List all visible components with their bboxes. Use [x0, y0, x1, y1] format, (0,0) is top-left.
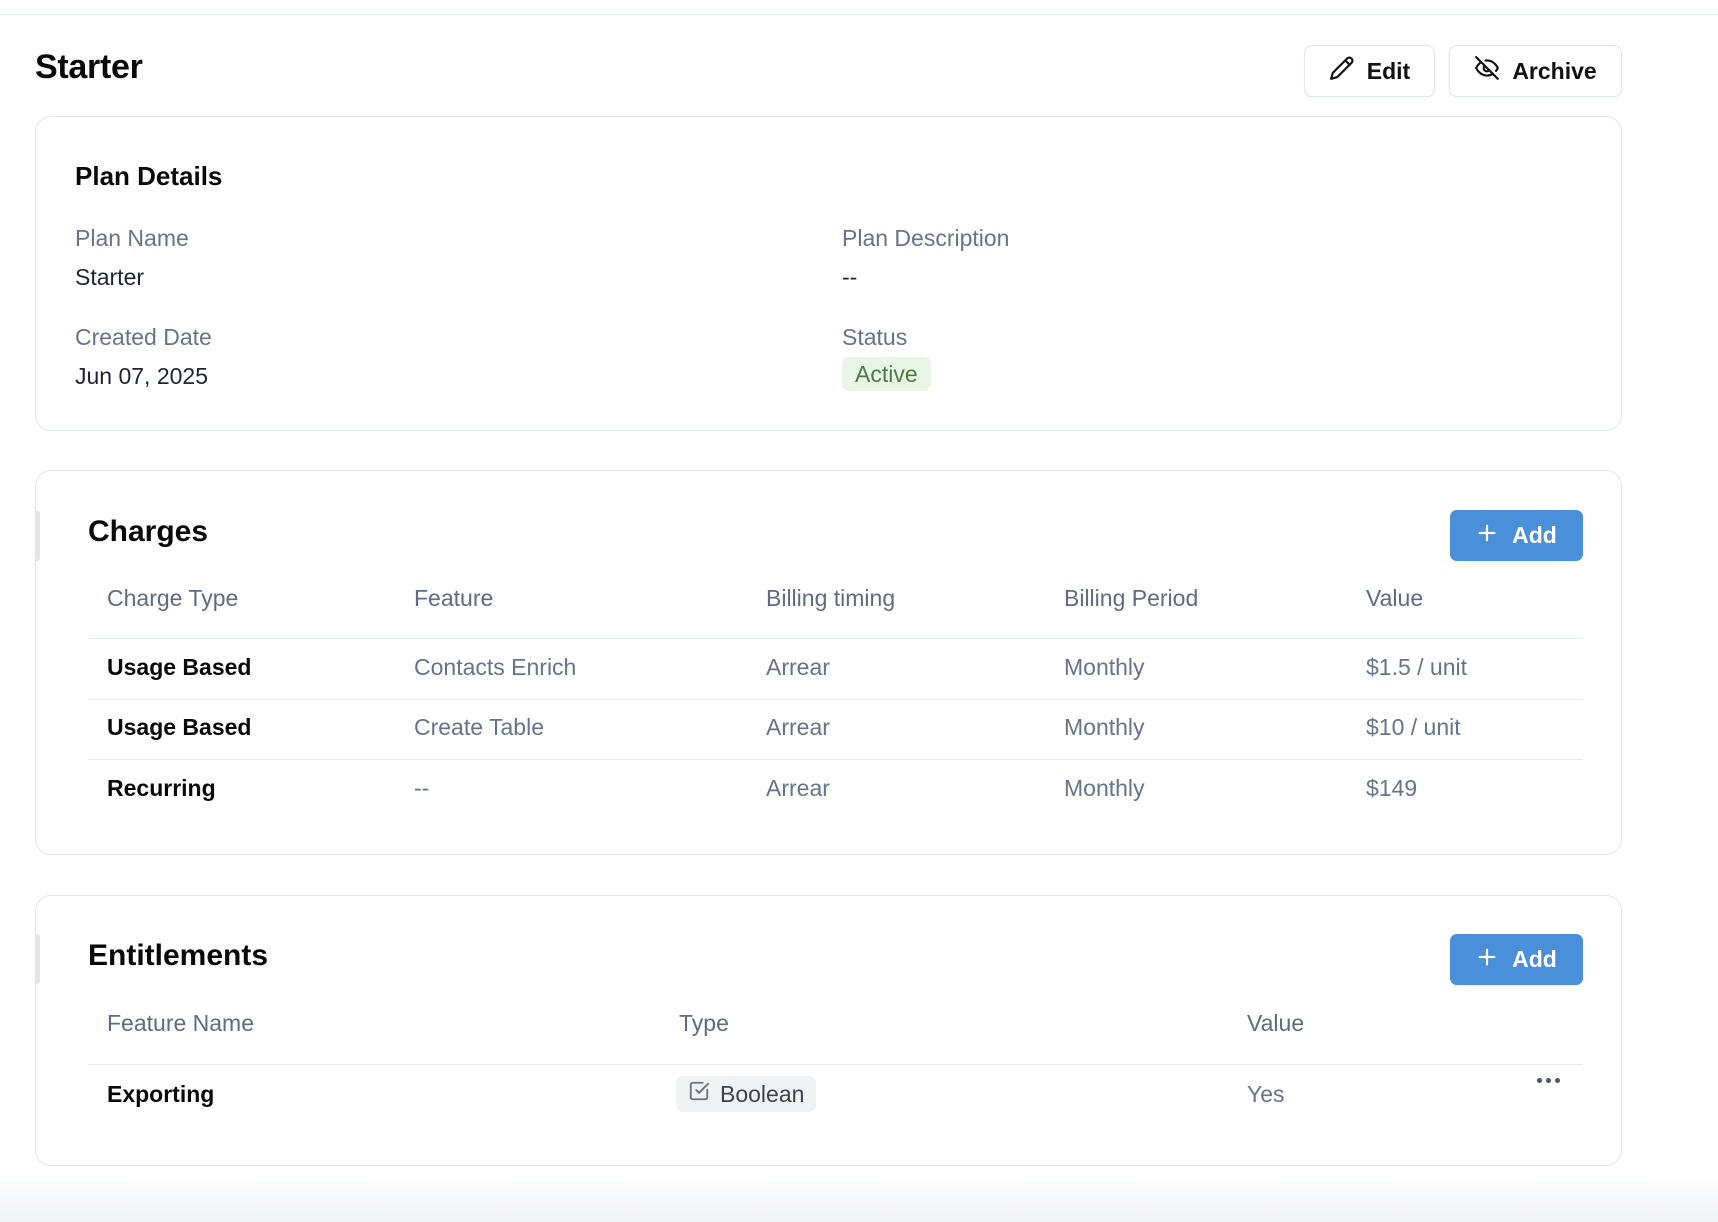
billing-period-cell: Monthly: [1064, 654, 1145, 680]
charges-accent: [35, 511, 40, 561]
archive-button[interactable]: Archive: [1449, 45, 1622, 97]
value-cell: $149: [1366, 775, 1418, 801]
charge-type-cell: Usage Based: [107, 714, 252, 740]
add-charge-button[interactable]: Add: [1450, 510, 1583, 561]
page-bottom-fade: [0, 1175, 1718, 1222]
value-cell: $1.5 / unit: [1366, 654, 1468, 680]
plus-icon: [1476, 522, 1498, 550]
add-entitlement-button[interactable]: Add: [1450, 934, 1583, 985]
page-title: Starter: [35, 48, 143, 86]
type-chip: Boolean: [676, 1076, 817, 1112]
entitlements-title: Entitlements: [88, 939, 269, 972]
charge-type-cell: Usage Based: [107, 654, 252, 680]
plan-description-value: --: [842, 264, 858, 290]
billing-timing-cell: Arrear: [766, 714, 830, 740]
charges-title: Charges: [88, 515, 209, 548]
feature-cell: --: [414, 775, 430, 801]
column-header-type: Type: [679, 1010, 729, 1036]
plus-icon: [1476, 946, 1498, 974]
charges-card: Charges Add Charge Type Feature Billing …: [35, 470, 1622, 855]
column-header-feature-name: Feature Name: [107, 1010, 255, 1036]
billing-period-cell: Monthly: [1064, 714, 1145, 740]
pencil-icon: [1329, 55, 1355, 87]
plan-name-value: Starter: [75, 264, 145, 290]
value-cell: Yes: [1247, 1081, 1285, 1107]
created-date-value: Jun 07, 2025: [75, 363, 209, 389]
entitlements-card: Entitlements Add Feature Name Type Value…: [35, 895, 1622, 1166]
top-divider: [0, 14, 1718, 15]
plan-name-label: Plan Name: [75, 225, 189, 251]
billing-timing-cell: Arrear: [766, 775, 830, 801]
value-cell: $10 / unit: [1366, 714, 1461, 740]
column-header-value: Value: [1247, 1010, 1305, 1036]
edit-button[interactable]: Edit: [1304, 45, 1435, 97]
charges-header-divider: [88, 638, 1583, 639]
status-badge: Active: [842, 357, 931, 391]
column-header-billing-period: Billing Period: [1064, 585, 1199, 611]
eye-off-icon: [1474, 55, 1500, 87]
billing-timing-cell: Arrear: [766, 654, 830, 680]
plan-description-label: Plan Description: [842, 225, 1010, 251]
entitlements-header-divider: [88, 1064, 1583, 1065]
feature-cell: Contacts Enrich: [414, 654, 577, 680]
edit-button-label: Edit: [1366, 57, 1411, 84]
status-label: Status: [842, 324, 908, 350]
plan-details-title: Plan Details: [75, 161, 223, 191]
column-header-billing-timing: Billing timing: [766, 585, 896, 611]
feature-cell: Create Table: [414, 714, 544, 740]
created-date-label: Created Date: [75, 324, 212, 350]
feature-name-cell: Exporting: [107, 1081, 215, 1107]
billing-period-cell: Monthly: [1064, 775, 1145, 801]
more-horizontal-icon[interactable]: [1526, 1062, 1570, 1098]
charges-row-divider: [88, 699, 1583, 700]
checkbox-icon: [688, 1080, 710, 1108]
charge-type-cell: Recurring: [107, 775, 216, 801]
column-header-value: Value: [1366, 585, 1424, 611]
type-chip-label: Boolean: [720, 1080, 805, 1107]
column-header-feature: Feature: [414, 585, 494, 611]
entitlements-accent: [35, 934, 40, 984]
add-charge-label: Add: [1512, 522, 1557, 548]
plan-details-card: Plan Details Plan Name Starter Plan Desc…: [35, 116, 1622, 431]
archive-button-label: Archive: [1512, 57, 1597, 84]
charges-row-divider: [88, 759, 1583, 760]
column-header-charge-type: Charge Type: [107, 585, 239, 611]
add-entitlement-label: Add: [1512, 946, 1557, 972]
